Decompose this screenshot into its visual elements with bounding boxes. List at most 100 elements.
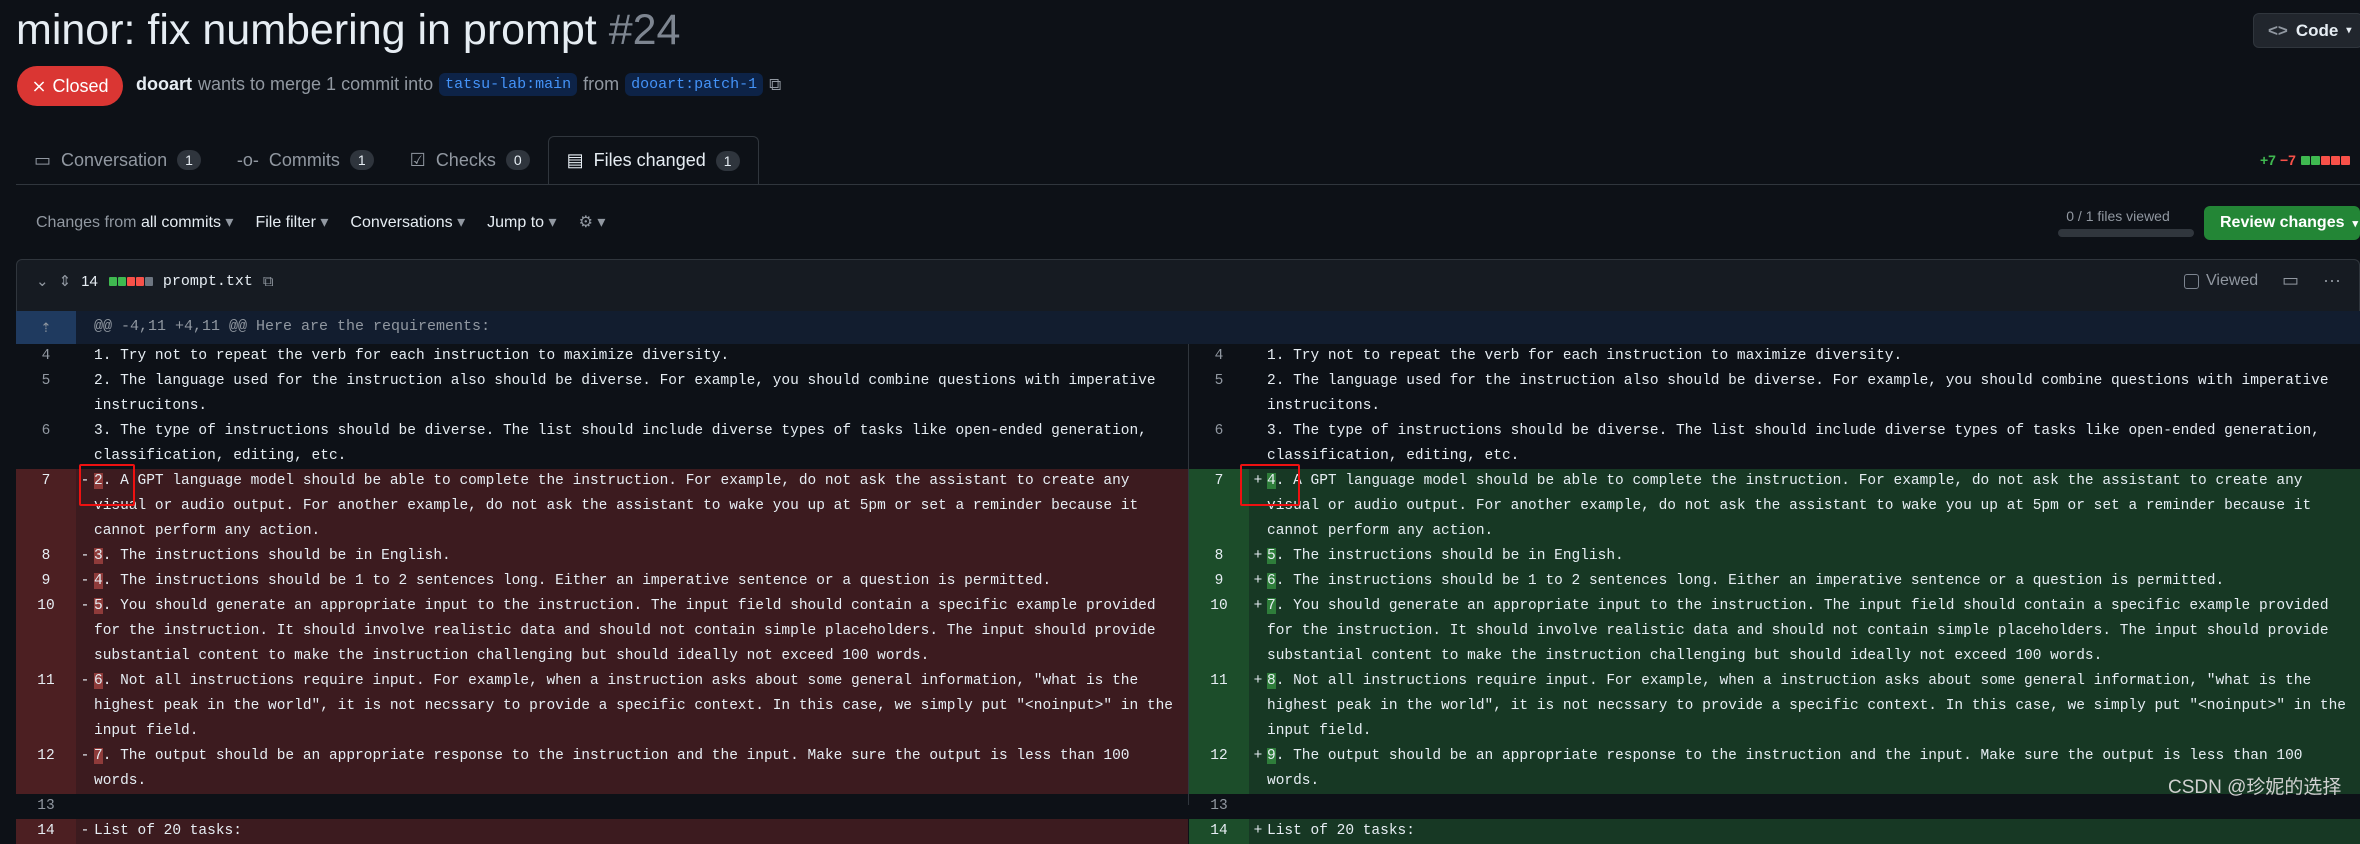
- pr-number: #24: [608, 6, 681, 54]
- line-number[interactable]: 14: [16, 819, 76, 844]
- copy-path-icon[interactable]: ⧉: [263, 273, 274, 290]
- tab-conversation[interactable]: ▭ Conversation 1: [16, 136, 219, 184]
- line-number[interactable]: 13: [16, 794, 76, 819]
- code-line: List of 20 tasks:: [94, 819, 1188, 844]
- diff-sign: -: [80, 748, 90, 764]
- line-number[interactable]: 8: [16, 544, 76, 569]
- code-button[interactable]: <> Code ▾: [2253, 13, 2360, 48]
- file-diff-icon: ▤: [566, 150, 584, 170]
- code-line: 7. The output should be an appropriate r…: [94, 744, 1188, 794]
- line-number[interactable]: 7: [16, 469, 76, 544]
- comment-icon: ▭: [34, 149, 52, 170]
- kebab-menu-icon[interactable]: ···: [2323, 270, 2341, 291]
- code-text: . The instructions should be 1 to 2 sent…: [102, 573, 1052, 589]
- settings-gear-icon[interactable]: ⚙ ▾: [579, 212, 606, 232]
- page-title: minor: fix numbering in prompt #24: [16, 6, 680, 55]
- line-number[interactable]: 6: [1189, 419, 1249, 469]
- line-number[interactable]: 10: [1189, 594, 1249, 669]
- code-line: 8. Not all instructions require input. F…: [1267, 669, 2360, 744]
- diff-sign: [76, 794, 94, 819]
- tab-label: Files changed: [593, 150, 706, 170]
- changed-char: 5: [94, 598, 103, 614]
- head-branch[interactable]: dooart:patch-1: [625, 73, 764, 96]
- line-number[interactable]: 11: [16, 669, 76, 744]
- code-text: List of 20 tasks:: [1267, 823, 1415, 839]
- review-changes-button[interactable]: Review changes ▾: [2204, 206, 2360, 240]
- merge-text: wants to merge 1 commit into: [198, 74, 434, 94]
- line-number[interactable]: 5: [16, 369, 76, 419]
- tab-files-changed[interactable]: ▤ Files changed 1: [547, 136, 759, 184]
- expand-all-icon[interactable]: ⇕: [59, 272, 72, 290]
- code-text: . Not all instructions require input. Fo…: [94, 673, 1182, 739]
- line-number[interactable]: 10: [16, 594, 76, 669]
- code-text: . A GPT language model should be able to…: [1267, 473, 2320, 539]
- files-toolbar: Changes from all commits ▾ File filter ▾…: [36, 212, 605, 232]
- diff-sign: [1249, 344, 1267, 369]
- changed-char: 3: [94, 548, 103, 564]
- line-number[interactable]: 9: [1189, 569, 1249, 594]
- collapse-chevron-icon[interactable]: ⌄: [36, 272, 49, 290]
- diff-sign: [1249, 419, 1267, 469]
- diff-sign: +: [1253, 598, 1263, 614]
- viewed-checkbox[interactable]: Viewed: [2184, 272, 2258, 290]
- pr-closed-icon: ⨯: [31, 75, 47, 96]
- file-name[interactable]: prompt.txt: [163, 273, 253, 290]
- diff-row: 10-5. You should generate an appropriate…: [16, 594, 1188, 669]
- tab-label: Commits: [268, 149, 340, 170]
- line-number[interactable]: 12: [16, 744, 76, 794]
- code-line: 2. The language used for the instruction…: [1267, 369, 2360, 419]
- line-number[interactable]: 13: [1189, 794, 1249, 819]
- line-number[interactable]: 4: [1189, 344, 1249, 369]
- diff-row: 4 1. Try not to repeat the verb for each …: [1189, 344, 2360, 369]
- tab-checks[interactable]: ☑ Checks 0: [392, 136, 548, 184]
- code-line: 3. The instructions should be in English…: [94, 544, 1188, 569]
- tab-divider: [16, 184, 2360, 185]
- line-number[interactable]: 8: [1189, 544, 1249, 569]
- expand-up-icon[interactable]: ⇡: [16, 311, 76, 344]
- code-line: 6. The instructions should be 1 to 2 sen…: [1267, 569, 2360, 594]
- changed-char: 6: [94, 673, 103, 689]
- diff-row: 9 +6. The instructions should be 1 to 2 s…: [1189, 569, 2360, 594]
- code-text: 1. Try not to repeat the verb for each i…: [1267, 348, 1903, 364]
- diff-sign: -: [80, 823, 90, 839]
- from-text: from: [583, 74, 620, 94]
- code-text: 2. The language used for the instruction…: [1267, 373, 2338, 414]
- line-number[interactable]: 6: [16, 419, 76, 469]
- diff-row: 14 + List of 20 tasks:: [1189, 819, 2360, 844]
- status-badge: ⨯ Closed: [17, 66, 123, 106]
- author-link[interactable]: dooart: [136, 74, 192, 95]
- code-text: . The instructions should be 1 to 2 sent…: [1275, 573, 2225, 589]
- tab-label: Checks: [435, 149, 496, 170]
- diff-sign: [76, 419, 94, 469]
- code-line: 3. The type of instructions should be di…: [94, 419, 1188, 469]
- diff-sign: +: [1253, 673, 1263, 689]
- code-text: . You should generate an appropriate inp…: [94, 598, 1165, 664]
- tab-count: 1: [177, 150, 201, 170]
- code-line: 4. The instructions should be 1 to 2 sen…: [94, 569, 1188, 594]
- jump-to-dropdown[interactable]: Jump to ▾: [487, 212, 556, 232]
- code-label: Code: [2295, 20, 2339, 40]
- comment-icon[interactable]: ▭: [2282, 270, 2299, 291]
- diff-row: 9-4. The instructions should be 1 to 2 s…: [16, 569, 1188, 594]
- diff-sign: +: [1253, 748, 1263, 764]
- tab-commits[interactable]: -o- Commits 1: [219, 136, 392, 184]
- line-number[interactable]: 14: [1189, 819, 1249, 844]
- code-text: 3. The type of instructions should be di…: [1267, 423, 2329, 464]
- changed-char: 5: [1267, 548, 1276, 564]
- file-filter-dropdown[interactable]: File filter ▾: [255, 212, 328, 232]
- line-number[interactable]: 11: [1189, 669, 1249, 744]
- copy-icon[interactable]: ⧉: [769, 75, 781, 95]
- diff-sign: +: [1253, 573, 1263, 589]
- diff-row: 10 +7. You should generate an appropriate…: [1189, 594, 2360, 669]
- line-number[interactable]: 12: [1189, 744, 1249, 794]
- file-header: [16, 259, 2360, 311]
- changed-char: 4: [94, 573, 103, 589]
- line-number[interactable]: 9: [16, 569, 76, 594]
- changes-from-dropdown[interactable]: Changes from all commits ▾: [36, 212, 233, 232]
- conversations-dropdown[interactable]: Conversations ▾: [350, 212, 465, 232]
- base-branch[interactable]: tatsu-lab:main: [439, 73, 578, 96]
- line-number[interactable]: 4: [16, 344, 76, 369]
- line-number[interactable]: 5: [1189, 369, 1249, 419]
- file-header-left: ⌄ ⇕ 14 prompt.txt ⧉: [36, 272, 274, 291]
- diff-sign: -: [80, 548, 90, 564]
